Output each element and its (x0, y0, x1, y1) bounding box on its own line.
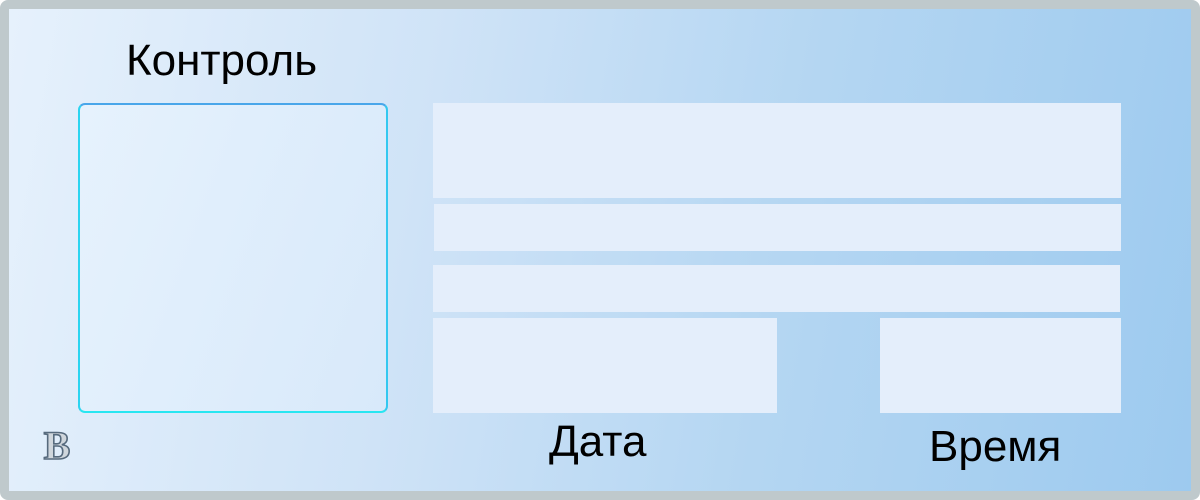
photo-area[interactable] (78, 103, 388, 413)
card-title: Контроль (126, 36, 318, 85)
b-logo-icon: B (43, 422, 71, 469)
logo-letter: B (44, 423, 71, 468)
time-label: Время (929, 422, 1062, 471)
date-field[interactable] (433, 318, 777, 413)
time-field[interactable] (880, 318, 1121, 413)
date-label: Дата (549, 417, 647, 466)
field-middle-1[interactable] (434, 204, 1121, 251)
field-top[interactable] (433, 103, 1121, 198)
field-middle-2[interactable] (433, 265, 1120, 312)
card-frame: Контроль Дата Время B (0, 0, 1200, 500)
